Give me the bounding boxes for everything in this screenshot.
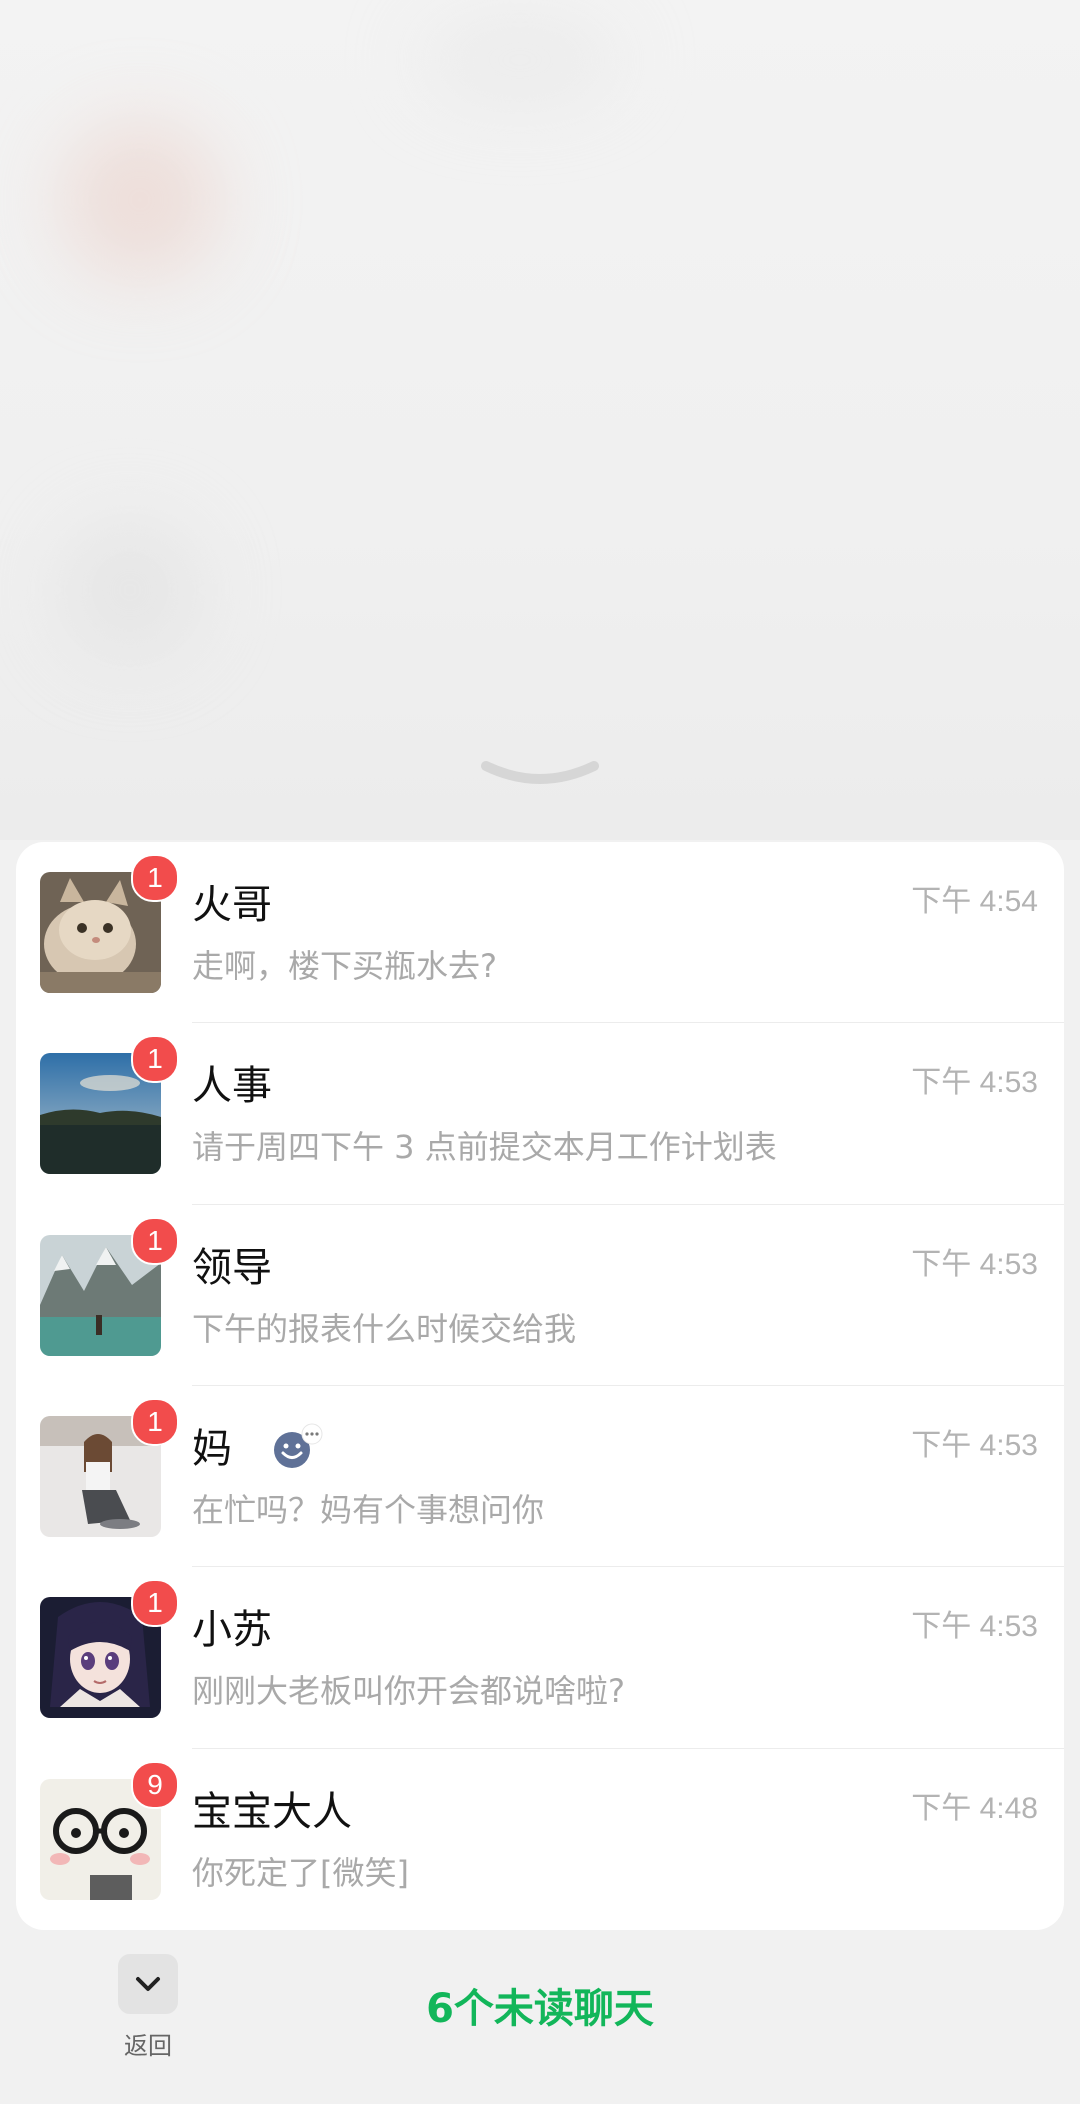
unread-count-badge: 1 bbox=[131, 1579, 179, 1628]
chat-preview: 在忙吗？妈有个事想问你 bbox=[192, 1490, 545, 1529]
unread-count-badge: 1 bbox=[131, 1035, 179, 1084]
unread-chat-list: 1 火哥 下午 4:54 走啊，楼下买瓶水去? 1 人事 下午 4:53 请于周… bbox=[16, 842, 1064, 1930]
chat-name: 妈 bbox=[192, 1425, 232, 1472]
chat-time: 下午 4:48 bbox=[911, 1791, 1038, 1825]
chat-preview: 你死定了[微笑] bbox=[192, 1853, 409, 1892]
avatar-container: 1 bbox=[40, 1397, 179, 1537]
chat-name: 小苏 bbox=[192, 1607, 272, 1654]
chat-name: 宝宝大人 bbox=[192, 1788, 352, 1835]
chat-row[interactable]: 1 火哥 下午 4:54 走啊，楼下买瓶水去? bbox=[16, 842, 1064, 1024]
blurred-shape bbox=[420, 20, 620, 100]
avatar-container: 9 bbox=[40, 1760, 179, 1900]
unread-summary[interactable]: 6个未读聊天 bbox=[0, 1976, 1080, 2034]
unread-count-badge: 1 bbox=[131, 854, 179, 902]
chat-row[interactable]: 9 宝宝大人 下午 4:48 你死定了[微笑] bbox=[16, 1749, 1064, 1930]
blurred-background bbox=[0, 0, 1080, 840]
chat-row[interactable]: 1 人事 下午 4:53 请于周四下午 3 点前提交本月工作计划表 bbox=[16, 1023, 1064, 1205]
chat-row[interactable]: 1 小苏 下午 4:53 刚刚大老板叫你开会都说啥啦? bbox=[16, 1567, 1064, 1749]
chat-row[interactable]: 1 领导 下午 4:53 下午的报表什么时候交给我 bbox=[16, 1205, 1064, 1386]
avatar-container: 1 bbox=[40, 1216, 179, 1356]
chat-preview: 请于周四下午 3 点前提交本月工作计划表 bbox=[192, 1128, 777, 1167]
chat-row[interactable]: 1 妈 下午 4:53 在忙吗？妈有个事想问你 bbox=[16, 1386, 1064, 1568]
blurred-shape bbox=[60, 520, 200, 660]
chat-preview: 刚刚大老板叫你开会都说啥啦? bbox=[192, 1672, 625, 1711]
chat-name: 火哥 bbox=[192, 882, 272, 928]
chat-name: 人事 bbox=[192, 1063, 272, 1110]
chat-time: 下午 4:53 bbox=[911, 1428, 1038, 1462]
bottom-bar: 返回 6个未读聊天 bbox=[0, 1940, 1080, 2104]
unread-count-badge: 9 bbox=[131, 1760, 179, 1809]
collapse-chevron-icon[interactable] bbox=[480, 752, 600, 792]
smiley-status-icon bbox=[274, 1423, 323, 1468]
chat-time: 下午 4:54 bbox=[911, 885, 1038, 918]
chat-time: 下午 4:53 bbox=[911, 1247, 1038, 1281]
avatar-container: 1 bbox=[40, 854, 179, 993]
chat-time: 下午 4:53 bbox=[911, 1066, 1038, 1100]
avatar-container: 1 bbox=[40, 1579, 179, 1719]
avatar-container: 1 bbox=[40, 1035, 179, 1175]
chat-preview: 走啊，楼下买瓶水去? bbox=[192, 947, 497, 985]
chat-preview: 下午的报表什么时候交给我 bbox=[192, 1309, 577, 1348]
blurred-shape bbox=[60, 120, 220, 280]
unread-count-badge: 1 bbox=[131, 1397, 179, 1446]
chat-time: 下午 4:53 bbox=[911, 1610, 1038, 1644]
unread-count-badge: 1 bbox=[131, 1216, 179, 1265]
chat-name: 领导 bbox=[192, 1244, 272, 1291]
